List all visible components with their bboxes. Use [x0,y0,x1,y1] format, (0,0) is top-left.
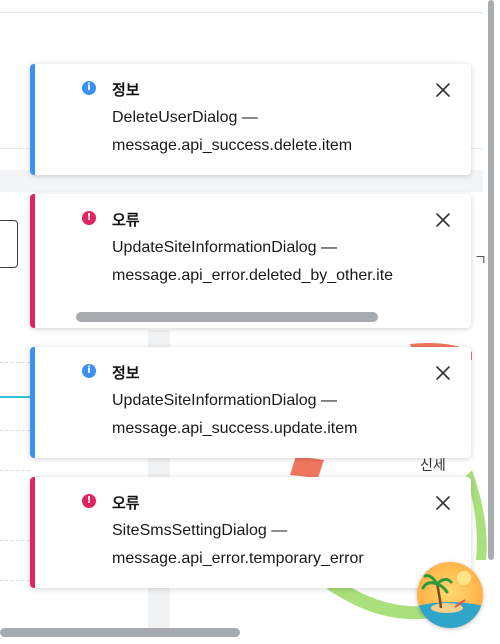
toast-title: 정보 [112,364,140,382]
close-icon[interactable] [435,365,451,381]
close-icon[interactable] [435,212,451,228]
info-icon: i [82,364,96,378]
beach-island-avatar[interactable] [417,562,483,628]
toast-notification: i 정보 DeleteUserDialog — message.api_succ… [30,64,471,175]
horizontal-scrollbar[interactable] [76,312,378,322]
background-text-fragment: ㄱ [474,252,487,268]
toast-source: DeleteUserDialog — [112,109,258,126]
toast-source: UpdateSiteInformationDialog — [112,239,338,256]
error-icon: ! [82,211,96,225]
toast-accent-bar [30,477,35,588]
toast-message: message.api_success.update.item [112,420,358,437]
toast-accent-bar [30,194,35,328]
toast-accent-bar [30,64,35,175]
toast-notification: ! 오류 UpdateSiteInformationDialog — messa… [30,194,471,328]
toast-message: message.api_error.temporary_error [112,550,364,567]
chart-slice-orange [290,456,324,478]
toast-notification: ! 오류 SiteSmsSettingDialog — message.api_… [30,477,471,588]
toast-title: 정보 [112,81,140,99]
info-icon: i [82,81,96,95]
toast-message: message.api_error.deleted_by_other.ite [112,267,394,284]
toast-notification: i 정보 UpdateSiteInformationDialog — messa… [30,347,471,458]
toast-source: SiteSmsSettingDialog — [112,522,288,539]
close-icon[interactable] [435,82,451,98]
chart-label: 신세 [420,457,446,473]
error-icon: ! [82,494,96,508]
horizontal-scrollbar[interactable] [0,628,240,637]
close-icon[interactable] [435,495,451,511]
toast-accent-bar [30,347,35,458]
toast-message: message.api_success.delete.item [112,137,353,154]
toast-title: 오류 [112,494,140,512]
toast-source: UpdateSiteInformationDialog — [112,392,338,409]
vertical-scrollbar[interactable] [488,0,494,560]
toast-title: 오류 [112,211,140,229]
